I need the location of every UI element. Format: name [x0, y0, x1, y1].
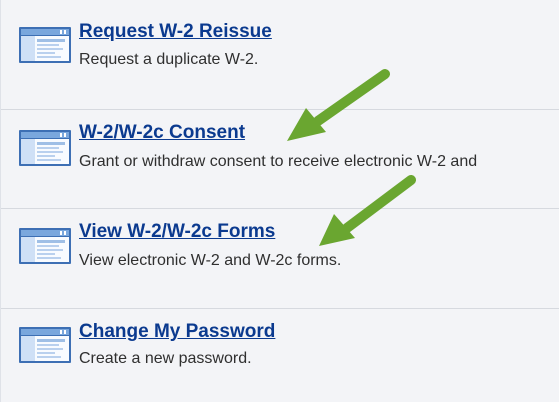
- form-window-icon: [19, 130, 71, 166]
- form-window-icon: [19, 228, 71, 264]
- self-service-menu: Request W-2 Reissue Request a duplicate …: [0, 0, 559, 402]
- request-w2-reissue-link[interactable]: Request W-2 Reissue: [79, 21, 272, 43]
- form-window-icon: [19, 27, 71, 63]
- menu-item-w2-consent: W-2/W-2c Consent Grant or withdraw conse…: [1, 110, 559, 210]
- menu-item-request-w2-reissue: Request W-2 Reissue Request a duplicate …: [1, 0, 559, 110]
- menu-item-view-w2-forms: View W-2/W-2c Forms View electronic W-2 …: [1, 209, 559, 309]
- change-password-description: Create a new password.: [79, 350, 252, 367]
- w2-consent-description: Grant or withdraw consent to receive ele…: [79, 153, 478, 170]
- menu-item-change-password: Change My Password Create a new password…: [1, 309, 559, 402]
- request-w2-reissue-description: Request a duplicate W-2.: [79, 51, 259, 68]
- form-window-icon: [19, 327, 71, 363]
- view-w2-forms-link[interactable]: View W-2/W-2c Forms: [79, 221, 275, 243]
- w2-consent-link[interactable]: W-2/W-2c Consent: [79, 122, 245, 144]
- view-w2-forms-description: View electronic W-2 and W-2c forms.: [79, 252, 342, 269]
- change-password-link[interactable]: Change My Password: [79, 321, 275, 343]
